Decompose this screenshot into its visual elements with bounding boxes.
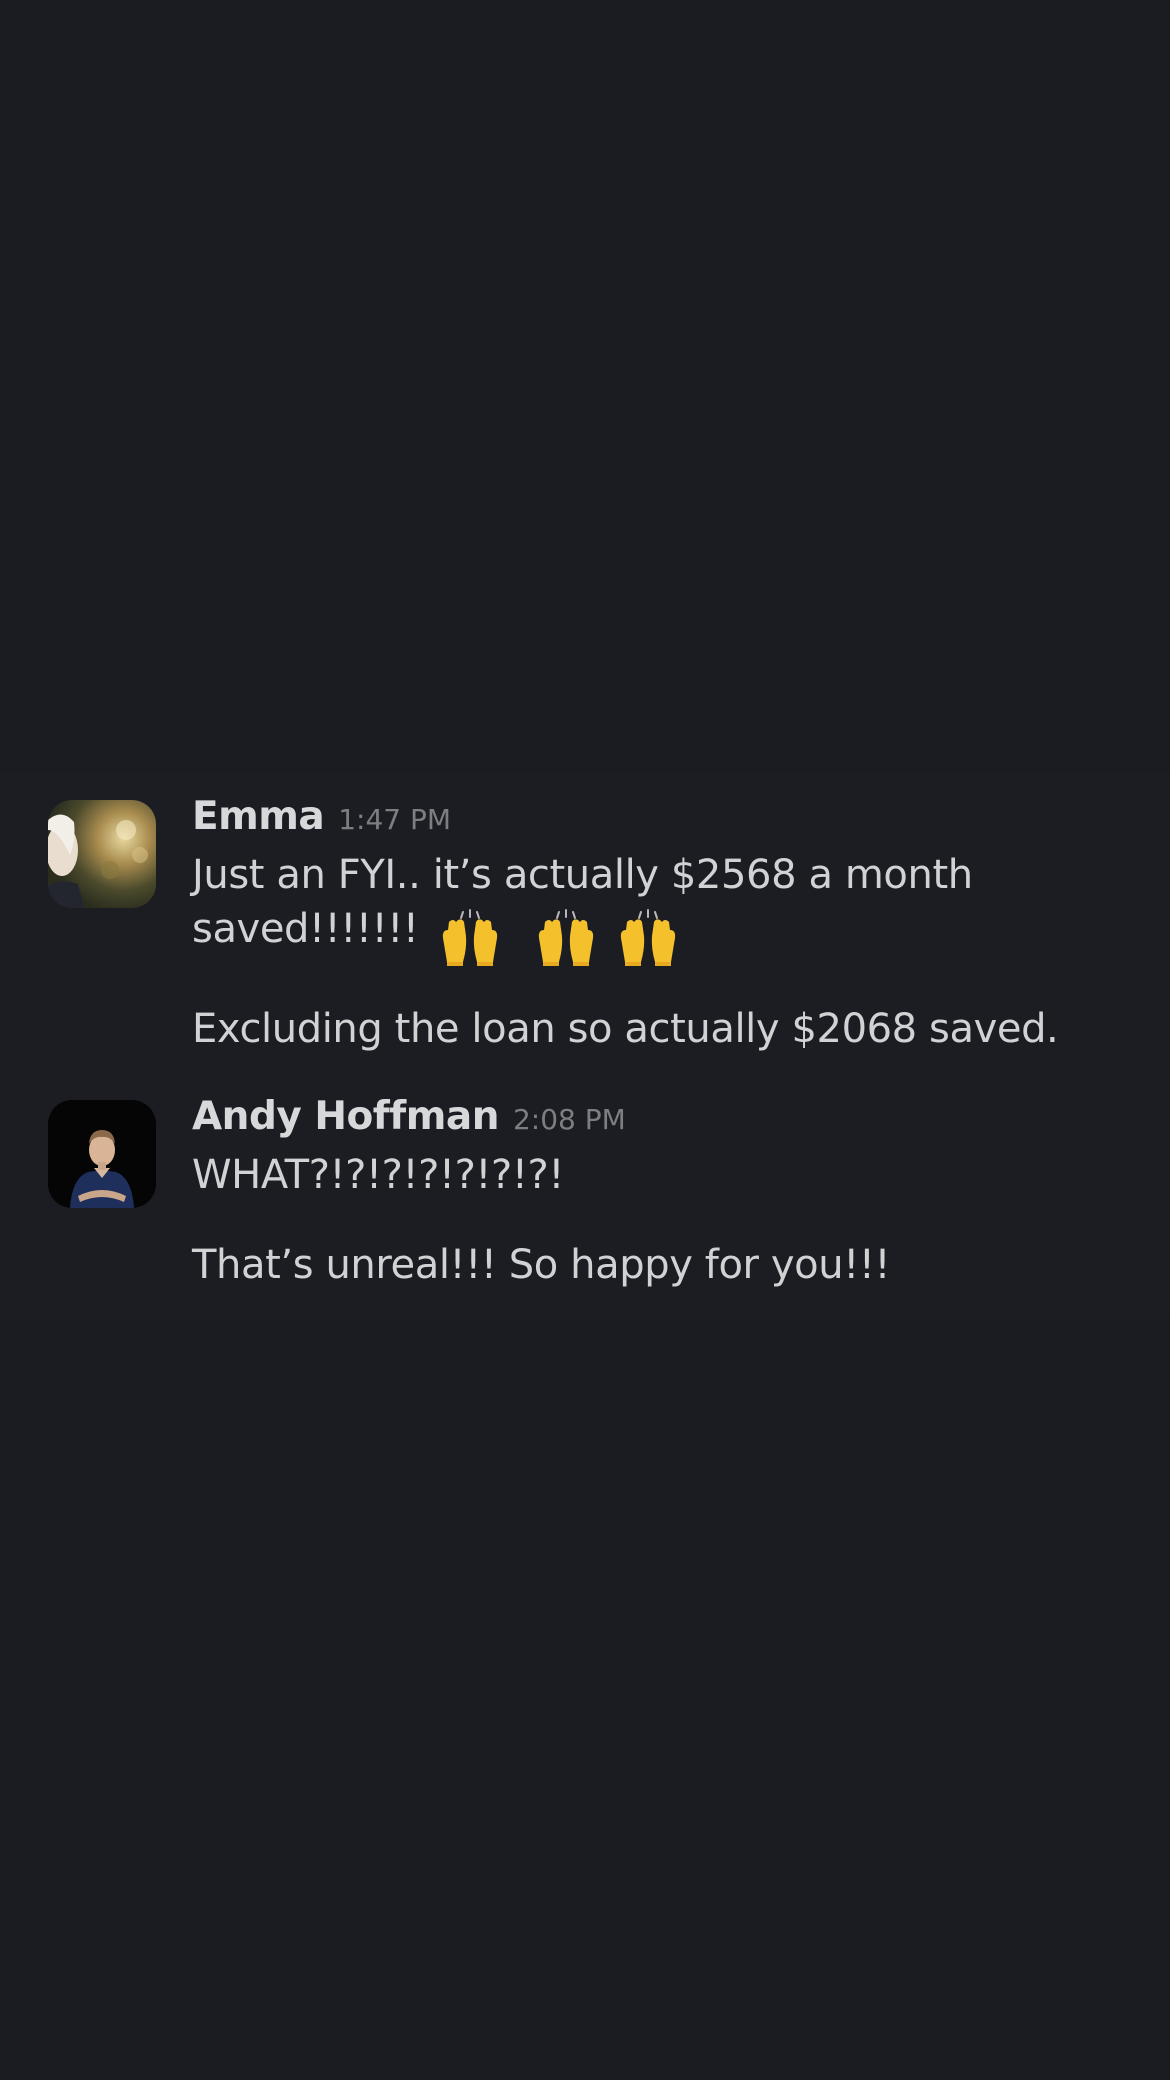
avatar-emma-image xyxy=(48,800,156,908)
message-content: Emma 1:47 PM Just an FYI.. it’s actually… xyxy=(192,794,1092,1056)
raising-hands-emoji xyxy=(439,908,501,966)
message-header: Andy Hoffman 2:08 PM xyxy=(192,1094,1092,1148)
raising-hands-emoji xyxy=(535,908,597,966)
message-text: Just an FYI.. it’s actually $2568 a mont… xyxy=(192,848,1092,966)
author-name[interactable]: Emma xyxy=(192,794,325,839)
message-timestamp[interactable]: 1:47 PM xyxy=(338,803,451,836)
avatar-andy-hoffman[interactable] xyxy=(48,1100,156,1208)
avatar-emma[interactable] xyxy=(48,800,156,908)
message-line: saved!!!!!!! xyxy=(192,906,419,952)
message-header: Emma 1:47 PM xyxy=(192,794,1092,848)
avatar-andy-image xyxy=(48,1100,156,1208)
author-name[interactable]: Andy Hoffman xyxy=(192,1094,499,1139)
message-text: WHAT?!?!?!?!?!?!?! xyxy=(192,1152,564,1198)
message-followup: That’s unreal!!! So happy for you!!! xyxy=(192,1242,891,1288)
message-thread: Emma 1:47 PM Just an FYI.. it’s actually… xyxy=(0,772,1170,1318)
raising-hands-emoji xyxy=(617,908,679,966)
message-timestamp[interactable]: 2:08 PM xyxy=(513,1103,626,1136)
chat-screen: Emma 1:47 PM Just an FYI.. it’s actually… xyxy=(0,0,1170,2080)
message-followup: Excluding the loan so actually $2068 sav… xyxy=(192,1006,1059,1052)
message-content: Andy Hoffman 2:08 PM WHAT?!?!?!?!?!?!?! … xyxy=(192,1094,1092,1292)
emoji-row xyxy=(439,908,688,966)
message-line: Just an FYI.. it’s actually $2568 a mont… xyxy=(192,852,973,898)
